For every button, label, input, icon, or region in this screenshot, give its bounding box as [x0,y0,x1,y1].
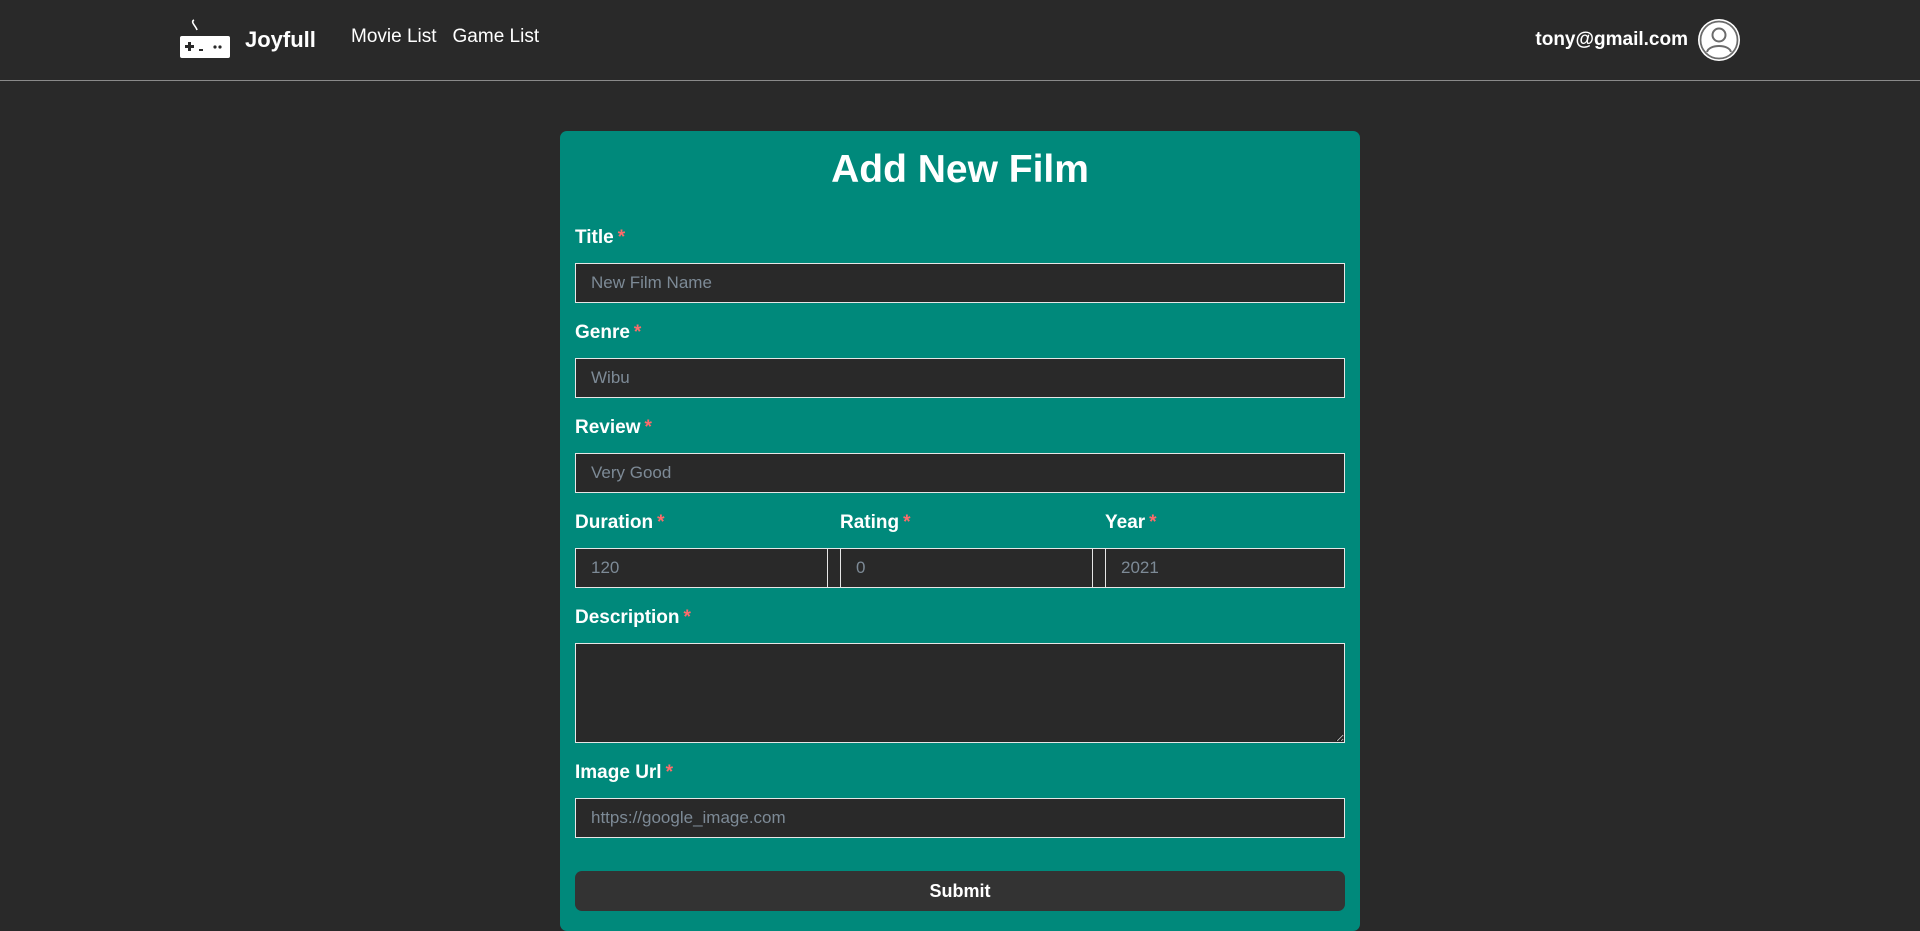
description-field-group: Description * [575,607,1345,743]
form-title: Add New Film [831,148,1089,191]
rating-input-group: star [840,548,1151,588]
rating-field-group: Rating* star [840,512,1151,588]
title-label: Title * [575,227,1345,249]
required-marker: * [644,417,652,438]
title-input[interactable] [575,263,1345,303]
user-menu[interactable]: tony@gmail.com [1535,19,1740,61]
user-circle-icon[interactable] [1698,19,1740,61]
duration-label-text: Duration [575,512,654,533]
required-marker: * [665,762,673,783]
genre-label-text: Genre [575,322,630,343]
duration-input[interactable] [575,548,828,588]
genre-field-group: Genre * [575,322,1345,398]
image-url-label-text: Image Url [575,762,662,783]
required-marker: * [617,227,626,248]
rating-input[interactable] [840,548,1093,588]
description-label: Description * [575,607,1345,629]
image-url-input[interactable] [575,798,1345,838]
year-field-group: Year * [1105,512,1345,588]
review-field-group: Review * [575,417,1345,493]
nav-link-movie-list[interactable]: Movie List [351,26,437,48]
brand-name: Joyfull [245,27,316,52]
rating-label: Rating * [840,512,1080,534]
image-url-field-group: Image Url * [575,762,1345,838]
description-label-text: Description [575,607,680,628]
review-label-text: Review [575,417,641,438]
navbar: Joyfull Movie List Game List tony@gmail.… [0,0,1920,81]
duration-input-group: minutes [575,548,917,588]
add-film-form: Add New Film Title* Genre* Review* Durat… [560,131,1360,931]
genre-label: Genre * [575,322,1345,344]
required-marker: * [633,322,642,343]
required-marker: * [903,512,911,533]
image-url-label: Image Url * [575,762,1345,784]
required-marker: * [657,512,665,533]
user-email: tony@gmail.com [1535,29,1688,50]
nav-links: Movie List Game List [351,26,539,48]
nav-link-game-list[interactable]: Game List [453,26,540,48]
gamepad-icon [180,19,230,58]
genre-input[interactable] [575,358,1345,398]
title-label-text: Title [575,227,614,248]
required-marker: * [1149,512,1157,533]
title-field-group: Title * [575,227,1345,303]
review-input[interactable] [575,453,1345,493]
year-label-text: Year [1105,512,1146,533]
duration-label: Duration * [575,512,815,534]
year-label: Year * [1105,512,1345,534]
required-marker: * [683,607,691,628]
submit-button[interactable]: Submit [575,871,1345,911]
year-input[interactable] [1105,548,1345,588]
brand-link[interactable]: Joyfull [180,12,316,68]
rating-label-text: Rating [840,512,900,533]
review-label: Review * [575,417,1345,439]
description-textarea[interactable] [575,643,1345,743]
duration-field-group: Duration* minutes [575,512,917,588]
